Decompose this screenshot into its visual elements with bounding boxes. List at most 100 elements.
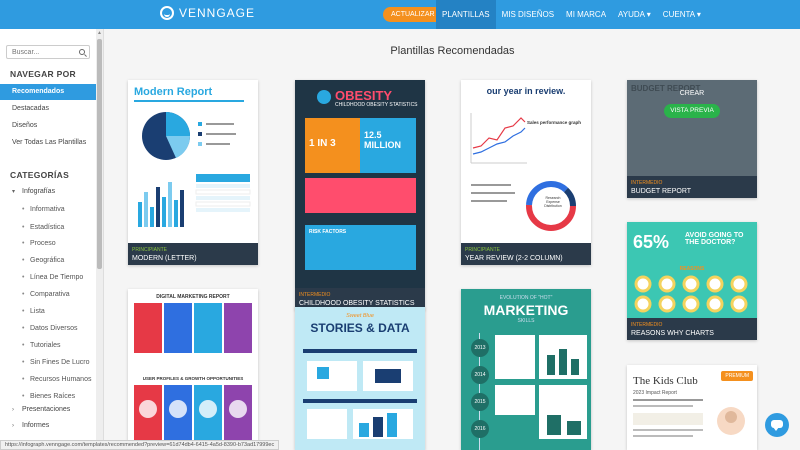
thumbnail-subheading: 2023 Impact Report — [633, 390, 677, 396]
card-footer: PRINCIPIANTE MODERN (LETTER) — [128, 243, 258, 265]
template-card-year-review[interactable]: our year in review. Sales performance gr… — [461, 80, 591, 265]
brand-name: VENNGAGE — [179, 6, 256, 20]
card-footer: INTERMEDIO REASONS WHY CHARTS — [627, 318, 757, 340]
subcategory-label: Recursos Humanos — [30, 376, 92, 383]
category-label: Infografías — [22, 188, 56, 195]
browse-disenos[interactable]: Diseños — [0, 118, 97, 134]
subcategory-label: Proceso — [30, 240, 56, 247]
template-card-reasons[interactable]: 65% AVOID GOING TO THE DOCTOR? REASONS I… — [627, 222, 757, 340]
card-title: MODERN (LETTER) — [132, 255, 197, 262]
bullet-icon: • — [22, 342, 25, 349]
brand-logo[interactable]: VENNGAGE — [160, 6, 255, 20]
thumbnail-stat: 1 IN 3 — [309, 138, 336, 149]
subcategory-geografica[interactable]: • Geográfica — [22, 257, 64, 264]
card-level-tag: INTERMEDIO — [631, 180, 663, 186]
thumbnail-kicker: Sweet Blue — [346, 313, 374, 319]
thumbnail-donut-label: Research Expense Distribution — [544, 196, 562, 208]
search-icon[interactable] — [79, 49, 85, 55]
subcategory-bienes-raices[interactable]: • Bienes Raíces — [22, 393, 75, 400]
nav-cuenta[interactable]: CUENTA ▾ — [657, 0, 707, 29]
template-card-marketing-skills[interactable]: EVOLUTION OF "HOT" MARKETING SKILLS 2013… — [461, 289, 591, 450]
subcategory-linea-de-tiempo[interactable]: • Línea De Tiempo — [22, 274, 83, 281]
bullet-icon: • — [22, 359, 25, 366]
thumbnail-heading: OBESITY — [335, 88, 393, 103]
template-card-budget[interactable]: BUDGET REPORT CREAR VISTA PREVIA INTERME… — [627, 80, 757, 198]
thumbnail-subheading: SKILLS — [517, 318, 535, 324]
browse-ver-todas[interactable]: Ver Todas Las Plantillas — [0, 135, 97, 151]
subcategory-informativa[interactable]: • Informativa — [22, 206, 65, 213]
subcategory-label: Geográfica — [30, 257, 65, 264]
update-button[interactable]: ACTUALIZAR — [383, 7, 443, 22]
category-presentaciones[interactable]: › Presentaciones — [12, 406, 70, 413]
subcategory-label: Estadística — [30, 224, 65, 231]
subcategory-sin-fines-de-lucro[interactable]: • Sin Fines De Lucro — [22, 359, 90, 366]
page-title: Plantillas Recomendadas — [390, 45, 515, 57]
status-bar-url: https://infograph.venngage.com/templates… — [0, 440, 280, 450]
category-informes[interactable]: › Informes — [12, 422, 49, 429]
thumbnail-risk-label: RISK FACTORS — [309, 229, 347, 235]
thumbnail-heading: Modern Report — [134, 86, 213, 98]
preview-button[interactable]: VISTA PREVIA — [664, 104, 720, 118]
timeline-year: 2015 — [471, 393, 489, 411]
nav-mi-marca[interactable]: MI MARCA — [560, 0, 612, 29]
premium-badge: PREMIUM — [721, 371, 753, 381]
sidebar: NAVEGAR POR Recomendados Destacadas Dise… — [0, 29, 104, 450]
subcategory-label: Lista — [30, 308, 45, 315]
bullet-icon: • — [22, 308, 25, 315]
thumbnail-heading: DIGITAL MARKETING REPORT — [156, 294, 230, 300]
thumbnail-rule — [134, 100, 244, 102]
create-label[interactable]: CREAR — [627, 90, 757, 97]
thumbnail-tiles-graphic — [134, 303, 252, 353]
bullet-icon: • — [22, 393, 25, 400]
card-level-tag: INTERMEDIO — [299, 292, 331, 298]
subcategory-lista[interactable]: • Lista — [22, 308, 45, 315]
search-input[interactable] — [6, 45, 90, 59]
subcategory-label: Comparativa — [30, 291, 70, 298]
card-title: YEAR REVIEW (2-2 COLUMN) — [465, 255, 563, 262]
template-card-kids-club[interactable]: PREMIUM The Kids Club 2023 Impact Report — [627, 365, 757, 450]
template-card-modern[interactable]: Modern Report PRINCIPIANTE MODERN (LETTE… — [128, 80, 258, 265]
browse-recomendados[interactable]: Recomendados — [0, 84, 97, 100]
scroll-up-icon[interactable]: ▲ — [97, 30, 102, 36]
template-card-obesity[interactable]: OBESITY CHILDHOOD OBESITY STATISTICS 1 I… — [295, 80, 425, 310]
thumbnail-stat-block: 1 IN 3 — [305, 118, 360, 173]
main-content: Plantillas Recomendadas Modern Report PR… — [105, 29, 800, 450]
nav-ayuda[interactable]: AYUDA ▾ — [612, 0, 657, 29]
card-level-tag: INTERMEDIO — [631, 322, 663, 328]
chevron-down-icon: ▾ — [12, 189, 16, 195]
thumbnail-subheading: USER PROFILES & GROWTH OPPORTUNITIES — [142, 376, 244, 381]
thumbnail-stat-block: 12.5 MILLION — [360, 118, 416, 173]
card-level-tag: PRINCIPIANTE — [465, 247, 501, 253]
scrollbar-thumb[interactable] — [97, 39, 102, 269]
timeline-year: 2013 — [471, 339, 489, 357]
bullet-icon: • — [22, 274, 25, 281]
template-card-digital-marketing[interactable]: DIGITAL MARKETING REPORT USER PROFILES &… — [128, 289, 258, 450]
thumbnail-story-graphic — [303, 349, 417, 439]
subcategory-label: Línea De Tiempo — [30, 274, 84, 281]
sidebar-scrollbar[interactable]: ▲ ▼ — [96, 29, 103, 450]
thumbnail-badge-icon — [317, 90, 331, 104]
chevron-right-icon: › — [12, 407, 14, 413]
browse-destacadas[interactable]: Destacadas — [0, 101, 97, 117]
card-level-tag: PRINCIPIANTE — [132, 247, 168, 253]
subcategory-datos-diversos[interactable]: • Datos Diversos — [22, 325, 77, 332]
bullet-icon: • — [22, 257, 25, 264]
subcategory-label: Bienes Raíces — [30, 393, 76, 400]
nav-plantillas[interactable]: PLANTILLAS — [436, 0, 496, 29]
subcategory-comparativa[interactable]: • Comparativa — [22, 291, 70, 298]
category-infografias[interactable]: ▾ Infografías — [12, 188, 55, 195]
subcategory-estadistica[interactable]: • Estadística — [22, 224, 64, 231]
card-title: CHILDHOOD OBESITY STATISTICS — [299, 300, 415, 307]
subcategory-recursos-humanos[interactable]: • Recursos Humanos — [22, 376, 91, 383]
nav-mis-disenos[interactable]: MIS DISEÑOS — [496, 0, 560, 29]
bullet-icon: • — [22, 224, 25, 231]
thumbnail-stat: 12.5 MILLION — [364, 130, 401, 150]
chat-icon[interactable] — [765, 413, 789, 437]
template-card-stories-data[interactable]: Sweet Blue STORIES & DATA — [295, 307, 425, 450]
thumbnail-subheading: REASONS — [679, 266, 705, 272]
thumbnail-heading: MARKETING — [483, 302, 569, 318]
thumbnail-skills-graphic — [495, 335, 587, 439]
subcategory-tutoriales[interactable]: • Tutoriales — [22, 342, 60, 349]
timeline-year: 2014 — [471, 366, 489, 384]
subcategory-proceso[interactable]: • Proceso — [22, 240, 56, 247]
